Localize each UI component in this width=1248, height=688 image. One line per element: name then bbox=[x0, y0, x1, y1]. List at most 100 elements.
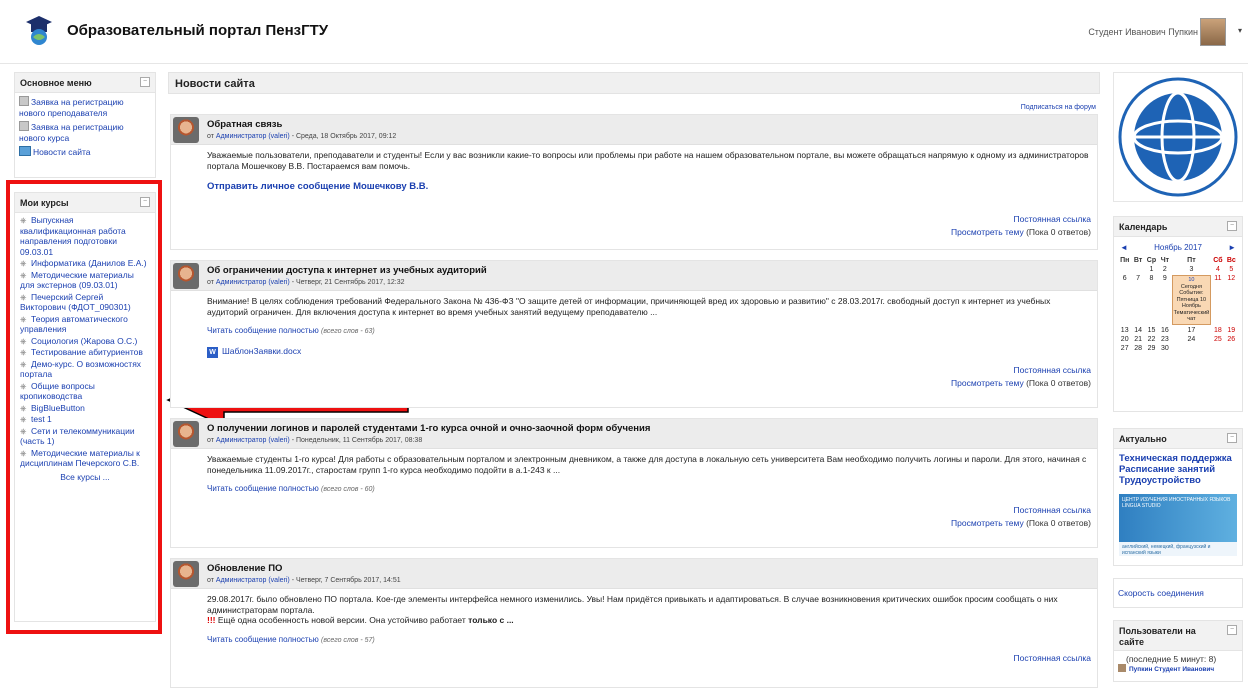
user-name[interactable]: Студент Иванович Пупкин bbox=[1088, 27, 1198, 37]
post-subject: Обратная связь bbox=[207, 119, 283, 130]
meta-prefix: от bbox=[207, 133, 214, 140]
online-users-title: Пользователи на сайте bbox=[1119, 626, 1196, 647]
discuss-link[interactable]: Просмотреть тему bbox=[951, 227, 1024, 237]
author-link[interactable]: Администратор (valeri) bbox=[216, 279, 290, 286]
post-text-2: Ещё одна особенность новой версии. Она у… bbox=[217, 615, 466, 625]
calendar-day: 24 bbox=[1187, 335, 1196, 343]
author-link[interactable]: Администратор (valeri) bbox=[216, 133, 290, 140]
dock-block-icon[interactable]: − bbox=[140, 77, 150, 87]
author-link[interactable]: Администратор (valeri) bbox=[216, 437, 290, 444]
author-avatar[interactable] bbox=[173, 421, 199, 447]
calendar-month-link[interactable]: Ноябрь 2017 bbox=[1114, 243, 1242, 252]
permalink-link[interactable]: Постоянная ссылка bbox=[1014, 214, 1092, 224]
site-title[interactable]: Образовательный портал ПензГТУ bbox=[67, 22, 328, 39]
actual-title: Актуально bbox=[1119, 434, 1167, 444]
news-header: Новости сайта bbox=[168, 72, 1100, 94]
banner-bottom-text: английский, немецкий, французский и испа… bbox=[1119, 542, 1237, 556]
connection-speed-link[interactable]: Скорость соединения bbox=[1118, 588, 1204, 598]
read-more-label: Читать сообщение полностью bbox=[207, 484, 319, 493]
post-header: О получении логинов и паролей студентами… bbox=[171, 419, 1097, 449]
calendar-day: 3 bbox=[1189, 266, 1194, 273]
dock-block-icon[interactable]: − bbox=[1227, 221, 1237, 231]
dock-block-icon[interactable]: − bbox=[1227, 625, 1237, 635]
discuss-link[interactable]: Просмотреть тему bbox=[951, 378, 1024, 388]
forum-post: Обратная связь от Администратор (valeri)… bbox=[170, 114, 1098, 250]
author-avatar[interactable] bbox=[173, 263, 199, 289]
calendar-day: 30 bbox=[1160, 344, 1169, 352]
menu-item-course-registration[interactable]: Заявка на регистрацию нового курса bbox=[19, 121, 151, 144]
permalink-link[interactable]: Постоянная ссылка bbox=[1014, 365, 1092, 375]
user-avatar[interactable] bbox=[1200, 18, 1226, 46]
post-footer: Постоянная ссылка Просмотреть тему (Пока… bbox=[171, 504, 1097, 530]
university-seal-icon bbox=[1118, 77, 1238, 197]
calendar-day: 6 bbox=[1122, 275, 1127, 282]
calendar-day: 8 bbox=[1149, 275, 1154, 282]
post-text: Уважаемые студенты 1-го курса! Для работ… bbox=[207, 454, 1087, 475]
subscribe-link[interactable]: Подписаться на форум bbox=[1021, 104, 1096, 111]
weekday-label: Вс bbox=[1226, 257, 1236, 264]
post-date: - Четверг, 7 Сентябрь 2017, 14:51 bbox=[291, 577, 401, 584]
calendar-day: 12 bbox=[1227, 275, 1236, 282]
post-header: Обновление ПО от Администратор (valeri) … bbox=[171, 559, 1097, 589]
post-subject: О получении логинов и паролей студентами… bbox=[207, 423, 651, 434]
calendar-today-event[interactable]: 10 Сегодня Событие: Пятница 10 Ноябрь Те… bbox=[1171, 275, 1212, 325]
discuss-link[interactable]: Просмотреть тему bbox=[951, 518, 1024, 528]
dock-block-icon[interactable]: − bbox=[1227, 433, 1237, 443]
calendar-day: 19 bbox=[1227, 326, 1236, 334]
calendar-next-icon[interactable]: ► bbox=[1228, 243, 1236, 252]
portal-logo-icon[interactable] bbox=[25, 14, 53, 46]
read-more-link[interactable]: Читать сообщение полностью (всего слов -… bbox=[207, 484, 375, 493]
calendar-day: 17 bbox=[1187, 326, 1196, 334]
meta-prefix: от bbox=[207, 437, 214, 444]
university-seal bbox=[1113, 72, 1243, 202]
author-avatar[interactable] bbox=[173, 117, 199, 143]
read-more-link[interactable]: Читать сообщение полностью (всего слов -… bbox=[207, 326, 375, 335]
calendar-day bbox=[1225, 345, 1238, 352]
send-message-link[interactable]: Отправить личное сообщение Мошечкову В.В… bbox=[207, 181, 428, 192]
author-link[interactable]: Администратор (valeri) bbox=[216, 577, 290, 584]
news-title: Новости сайта bbox=[175, 78, 255, 90]
post-header: Обратная связь от Администратор (valeri)… bbox=[171, 115, 1097, 145]
user-menu-chevron-icon[interactable]: ▾ bbox=[1238, 26, 1242, 35]
forum-post: О получении логинов и паролей студентами… bbox=[170, 418, 1098, 548]
permalink-link[interactable]: Постоянная ссылка bbox=[1014, 653, 1092, 663]
menu-item-label: Заявка на регистрацию нового преподавате… bbox=[19, 97, 124, 118]
calendar-day: 2 bbox=[1162, 266, 1167, 273]
calendar-header: Календарь − bbox=[1114, 217, 1242, 237]
read-more-link[interactable]: Читать сообщение полностью (всего слов -… bbox=[207, 635, 375, 644]
post-body: 29.08.2017г. было обновлено ПО портала. … bbox=[171, 589, 1097, 646]
calendar-day: 15 bbox=[1147, 326, 1156, 334]
calendar-day bbox=[1211, 345, 1224, 352]
post-footer: Постоянная ссылка Просмотреть тему (Пока… bbox=[171, 364, 1097, 390]
post-body: Уважаемые пользователи, преподаватели и … bbox=[171, 145, 1097, 193]
menu-item-teacher-registration[interactable]: Заявка на регистрацию нового преподавате… bbox=[19, 96, 151, 119]
calendar-day: 9 bbox=[1162, 275, 1167, 282]
weekday-label: Вт bbox=[1133, 257, 1143, 264]
online-count: (последние 5 минут: 8) bbox=[1126, 654, 1217, 664]
language-center-banner[interactable]: ЦЕНТР ИЗУЧЕНИЯ ИНОСТРАННЫХ ЯЗЫКОВ LINGUA… bbox=[1119, 494, 1237, 556]
employment-link[interactable]: Трудоустройство bbox=[1119, 475, 1237, 486]
post-footer: Постоянная ссылка bbox=[171, 652, 1097, 665]
calendar-nav: ◄ Ноябрь 2017 ► bbox=[1114, 243, 1242, 257]
permalink-link[interactable]: Постоянная ссылка bbox=[1014, 505, 1092, 515]
word-document-icon: W bbox=[207, 346, 218, 358]
online-user-name: Пупкин Студент Иванович bbox=[1129, 666, 1215, 673]
calendar-day: 28 bbox=[1134, 344, 1142, 352]
word-count: (всего слов - 60) bbox=[320, 486, 375, 493]
document-icon bbox=[19, 121, 29, 131]
online-user-link[interactable]: Пупкин Студент Иванович bbox=[1114, 664, 1242, 673]
support-link[interactable]: Техническая поддержка bbox=[1119, 453, 1237, 464]
site-news-forum: Новости сайта Подписаться на форум Обрат… bbox=[168, 72, 1100, 688]
schedule-link[interactable]: Расписание занятий bbox=[1119, 464, 1237, 475]
calendar-day: 22 bbox=[1147, 335, 1156, 343]
menu-item-site-news[interactable]: Новости сайта bbox=[19, 146, 151, 158]
calendar-day: 20 bbox=[1120, 335, 1129, 343]
online-users-header: Пользователи на сайте − bbox=[1114, 621, 1242, 651]
attachment-link[interactable]: W ШаблонЗаявки.docx bbox=[207, 346, 1089, 358]
author-avatar[interactable] bbox=[173, 561, 199, 587]
calendar-day: 27 bbox=[1120, 344, 1129, 352]
forum-post: Об ограничении доступа к интернет из уче… bbox=[170, 260, 1098, 408]
banner-top-text: ЦЕНТР ИЗУЧЕНИЯ ИНОСТРАННЫХ ЯЗЫКОВ LINGUA… bbox=[1122, 497, 1231, 509]
calendar-day: 14 bbox=[1134, 326, 1142, 334]
post-body: Уважаемые студенты 1-го курса! Для работ… bbox=[171, 449, 1097, 496]
